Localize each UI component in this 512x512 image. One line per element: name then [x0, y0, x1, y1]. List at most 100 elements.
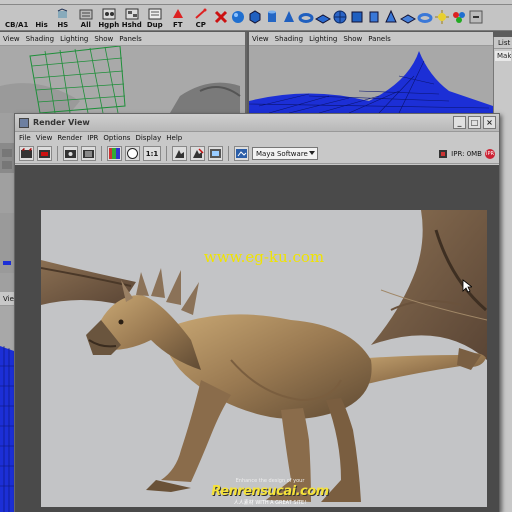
menu-show[interactable]: Show [343, 35, 362, 43]
multi-object-icon[interactable] [451, 9, 467, 25]
nurbs-cone-icon[interactable] [383, 9, 399, 25]
shelf-button-his[interactable]: His [32, 5, 50, 30]
shelf-scroll-icon[interactable] [468, 9, 484, 25]
ipr-badge[interactable]: IPR [485, 148, 495, 159]
menu-ipr[interactable]: IPR [87, 134, 98, 142]
maya-workspace: CB/A1 His HS All Hgph Hshd Dup FT CP Vie… [0, 0, 512, 512]
shelf-button-label: FT [172, 21, 183, 29]
wireframe-dragon-blue [249, 46, 493, 113]
shelf-button-label: Hshd [121, 21, 142, 29]
menu-display[interactable]: Display [135, 134, 161, 142]
menu-file[interactable]: File [19, 134, 31, 142]
shelf-button-label: CP [195, 21, 206, 29]
nurbs-sphere-icon[interactable] [332, 9, 348, 25]
render-view-titlebar[interactable]: Render View _ □ × [15, 114, 499, 132]
menu-help[interactable]: Help [166, 134, 182, 142]
viewport-canvas[interactable] [249, 46, 493, 113]
hypershade-icon [125, 8, 139, 20]
viewport-front[interactable]: View [0, 292, 14, 512]
shelf-button-label: CB/A1 [5, 21, 29, 29]
delete-icon[interactable] [213, 9, 229, 25]
list-tab[interactable]: List [494, 37, 512, 49]
window-title: Render View [33, 118, 90, 127]
shelf-button-label: HS [57, 21, 69, 29]
nurbs-torus-icon[interactable] [417, 9, 433, 25]
redo-render-icon[interactable] [19, 146, 34, 161]
select-all-icon [79, 9, 93, 20]
nurbs-plane-icon[interactable] [399, 9, 416, 25]
viewport-perspective[interactable]: View Shading Lighting Show Panels [0, 32, 247, 113]
rgb-channels-icon[interactable] [107, 146, 122, 161]
toolbar-separator [166, 146, 167, 161]
menu-view[interactable]: View [36, 134, 53, 142]
viewport-canvas[interactable] [0, 306, 14, 512]
display-settings-icon[interactable] [208, 146, 223, 161]
zoom-1to1-button[interactable]: 1:1 [143, 146, 161, 161]
shelf-button-hshd[interactable]: Hshd [121, 5, 143, 30]
menu-view[interactable]: View [3, 295, 14, 303]
torus-icon[interactable] [298, 9, 314, 25]
shelf-button-dup[interactable]: Dup [144, 5, 166, 30]
hypergraph-icon [102, 8, 116, 20]
channel-row[interactable]: Make [495, 51, 511, 61]
shelf-button-hgph[interactable]: Hgph [98, 5, 120, 30]
toolbar-separator [57, 146, 58, 161]
cube-icon[interactable] [247, 9, 263, 25]
ipr-memory-status: IPR: 0MB IPR [438, 148, 499, 159]
duplicate-icon [148, 8, 162, 20]
logo-subtitle: 人人素材 WITH A GREAT SITE! [233, 500, 307, 506]
viewport-canvas[interactable] [0, 46, 245, 113]
watermark-text: www.eg-ku.com [203, 248, 325, 266]
alpha-channel-icon[interactable] [125, 146, 140, 161]
render-view-canvas[interactable]: www.eg-ku.com Enhance the design of your… [15, 165, 499, 512]
close-button[interactable]: × [483, 116, 496, 129]
center-pivot-icon [195, 8, 207, 19]
render-settings-icon[interactable] [234, 146, 249, 161]
keep-image-icon[interactable] [172, 146, 187, 161]
renderer-value: Maya Software [256, 149, 308, 158]
renderer-dropdown[interactable]: Maya Software [252, 147, 318, 160]
menu-show[interactable]: Show [94, 35, 113, 43]
render-region-icon[interactable] [37, 146, 52, 161]
remove-image-icon[interactable] [190, 146, 205, 161]
cylinder-icon[interactable] [264, 9, 280, 25]
menu-view[interactable]: View [3, 35, 20, 43]
shelf-button-label: All [80, 21, 91, 29]
render-view-menu-bar: File View Render IPR Options Display Hel… [15, 132, 499, 144]
channel-row-label: Make [497, 52, 511, 60]
nurbs-cylinder-icon[interactable] [366, 9, 382, 25]
minimize-button[interactable]: _ [453, 116, 466, 129]
shelf-button-label: Hgph [98, 21, 120, 29]
menu-render[interactable]: Render [57, 134, 82, 142]
window-controls: _ □ × [453, 116, 499, 129]
toolbar-separator [101, 146, 102, 161]
menu-lighting[interactable]: Lighting [309, 35, 337, 43]
logo-brand: Renrensucai.com [211, 484, 329, 499]
light-icon[interactable] [434, 9, 450, 25]
menu-lighting[interactable]: Lighting [60, 35, 88, 43]
tool-strip-icons [0, 143, 14, 273]
shelf-button-cba1[interactable]: CB/A1 [2, 5, 31, 30]
plane-icon[interactable] [314, 9, 331, 25]
cone-icon[interactable] [281, 9, 297, 25]
menu-panels[interactable]: Panels [119, 35, 142, 43]
maximize-button[interactable]: □ [468, 116, 481, 129]
menu-options[interactable]: Options [103, 134, 130, 142]
shelf-button-all[interactable]: All [75, 5, 97, 30]
ipr-render-icon[interactable] [81, 146, 96, 161]
shelf-button-label: His [35, 21, 48, 29]
snapshot-icon[interactable] [63, 146, 78, 161]
wireframe-dragon-front [0, 346, 14, 512]
menu-view[interactable]: View [252, 35, 269, 43]
shelf-button-ft[interactable]: FT [167, 5, 189, 30]
sphere-icon[interactable] [230, 9, 246, 25]
shelf-button-hs[interactable]: HS [52, 5, 74, 30]
menu-shading[interactable]: Shading [275, 35, 303, 43]
nurbs-cube-icon[interactable] [349, 9, 365, 25]
viewport-side[interactable]: View Shading Lighting Show Panels [249, 32, 493, 113]
wireframe-dragon-green [0, 46, 245, 113]
viewport-top-edge [0, 113, 14, 292]
menu-shading[interactable]: Shading [26, 35, 54, 43]
menu-panels[interactable]: Panels [368, 35, 391, 43]
shelf-button-cp[interactable]: CP [190, 5, 212, 30]
